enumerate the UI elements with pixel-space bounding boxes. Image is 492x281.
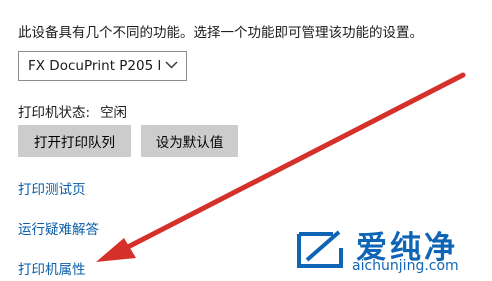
run-troubleshooter-link[interactable]: 运行疑难解答	[18, 218, 99, 238]
set-default-button[interactable]: 设为默认值	[141, 125, 238, 157]
printer-status: 打印机状态: 空闲	[18, 101, 127, 121]
device-select[interactable]: FX DocuPrint P205 b	[18, 51, 187, 81]
watermark-logo-icon	[297, 230, 343, 268]
printer-status-label: 打印机状态:	[18, 105, 91, 121]
printer-properties-link[interactable]: 打印机属性	[18, 258, 86, 278]
description-text: 此设备具有几个不同的功能。选择一个功能即可管理该功能的设置。	[18, 25, 423, 41]
printer-status-value: 空闲	[100, 105, 128, 121]
print-test-page-link[interactable]: 打印测试页	[18, 178, 86, 198]
chevron-down-icon	[165, 61, 178, 69]
open-print-queue-button[interactable]: 打开打印队列	[18, 125, 131, 157]
watermark-url: aichunjing.com	[352, 258, 459, 274]
device-select-value: FX DocuPrint P205 b	[28, 58, 160, 74]
